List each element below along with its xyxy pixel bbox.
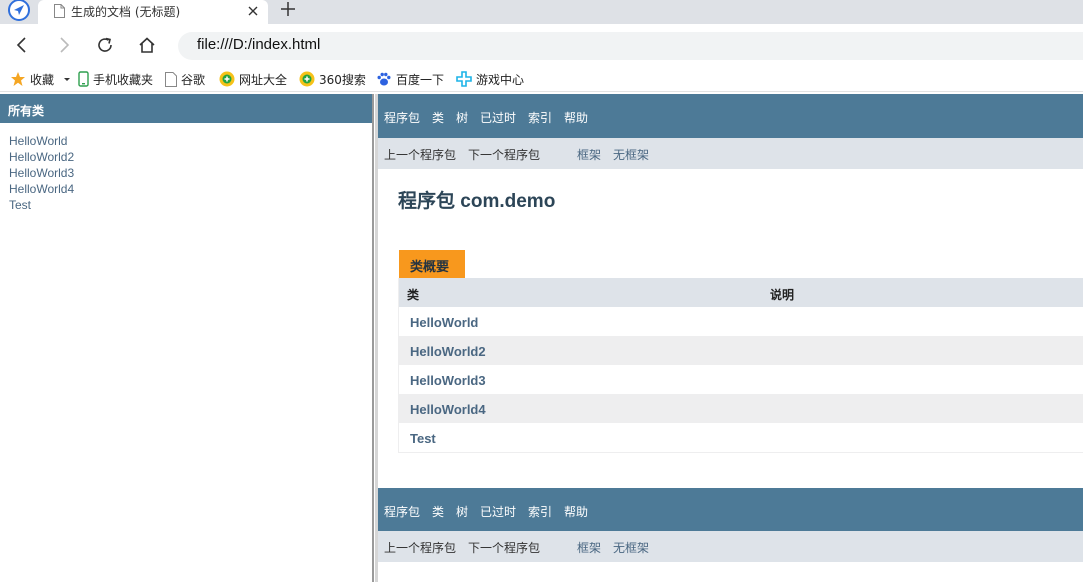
star-icon [11,72,25,86]
column-header-class: 类 [407,288,420,302]
no-frames-link[interactable]: 无框架 [613,539,649,556]
prev-package[interactable]: 上一个程序包 [384,146,456,163]
360-logo-icon [219,71,235,87]
back-icon[interactable] [13,36,31,54]
document-icon [54,4,65,18]
paw-icon [377,72,391,86]
class-summary-table: 类 说明 HelloWorld HelloWorld2 HelloWorld3 … [398,278,1083,453]
table-row: HelloWorld4 [399,394,1083,423]
tab-title: 生成的文档 (无标题) [71,5,181,19]
table-row: HelloWorld [399,307,1083,336]
nav-deprecated[interactable]: 已过时 [480,503,516,520]
phone-icon [78,71,89,87]
class-summary-caption: 类概要 [399,250,465,278]
bookmarks-bar: 收藏 手机收藏夹 谷歌 网址大全 360搜索 百度一下 游戏中心 [0,66,1083,92]
table-header: 类 说明 [399,278,1083,307]
nav-class[interactable]: 类 [432,503,444,520]
nav-deprecated[interactable]: 已过时 [480,109,516,126]
browser-toolbar: file:///D:/index.html [0,24,1083,66]
next-package[interactable]: 下一个程序包 [468,146,540,163]
page-title: 程序包 com.demo [398,191,556,212]
table-row: Test [399,423,1083,452]
nav-index[interactable]: 索引 [528,109,552,126]
class-link-test[interactable]: Test [410,431,436,446]
bookmark-google[interactable]: 谷歌 [165,70,205,88]
bottom-navbar: 程序包 类 树 已过时 索引 帮助 [378,488,1083,531]
class-link-helloworld3[interactable]: HelloWorld3 [410,373,486,388]
bookmark-label: 网址大全 [239,72,288,87]
bookmark-favorites[interactable]: 收藏 [10,70,76,88]
nav-package[interactable]: 程序包 [384,503,420,520]
nav-package[interactable]: 程序包 [384,109,420,126]
bookmark-label: 谷歌 [181,72,206,87]
bookmark-label: 360搜索 [319,72,366,87]
frames-link[interactable]: 框架 [577,539,601,556]
bottom-subnav: 上一个程序包 下一个程序包 框架 无框架 [378,531,1083,562]
class-list: HelloWorld HelloWorld2 HelloWorld3 Hello… [0,123,372,213]
frame-splitter-edge [372,94,374,582]
bookmark-label: 百度一下 [396,72,445,87]
all-classes-frame: 所有类 HelloWorld HelloWorld2 HelloWorld3 H… [0,94,372,582]
bookmark-360-search[interactable]: 360搜索 [299,70,366,88]
class-link-helloworld2[interactable]: HelloWorld2 [9,149,372,165]
class-link-helloworld2[interactable]: HelloWorld2 [410,344,486,359]
all-classes-header: 所有类 [0,94,372,123]
table-row: HelloWorld2 [399,336,1083,365]
close-icon[interactable] [247,5,259,17]
forward-icon[interactable] [55,36,73,54]
gamepad-icon [456,71,472,87]
prev-package[interactable]: 上一个程序包 [384,539,456,556]
nav-tree[interactable]: 树 [456,503,468,520]
url-text: file:///D:/index.html [197,36,321,53]
top-navbar: 程序包 类 树 已过时 索引 帮助 [378,94,1083,138]
bookmark-mobile[interactable]: 手机收藏夹 [78,70,153,88]
chevron-down-icon[interactable] [62,74,72,84]
bookmark-label: 游戏中心 [476,72,525,87]
class-link-helloworld4[interactable]: HelloWorld4 [410,402,486,417]
active-tab[interactable]: 生成的文档 (无标题) [38,0,268,24]
class-link-helloworld[interactable]: HelloWorld [410,315,478,330]
class-link-helloworld3[interactable]: HelloWorld3 [9,165,372,181]
nav-help[interactable]: 帮助 [564,109,588,126]
bookmark-hao360[interactable]: 网址大全 [219,70,287,88]
nav-help[interactable]: 帮助 [564,503,588,520]
bookmark-label: 收藏 [30,72,55,87]
class-link-helloworld4[interactable]: HelloWorld4 [9,181,372,197]
bookmark-baidu[interactable]: 百度一下 [376,70,444,88]
package-summary-frame: 程序包 类 树 已过时 索引 帮助 上一个程序包 下一个程序包 框架 无框架 程… [378,94,1083,582]
column-header-description: 说明 [770,288,795,302]
table-row: HelloWorld3 [399,365,1083,394]
nav-class[interactable]: 类 [432,109,444,126]
frames-link[interactable]: 框架 [577,146,601,163]
address-bar[interactable]: file:///D:/index.html [178,32,1083,60]
class-link-test[interactable]: Test [9,197,372,213]
tab-strip: 生成的文档 (无标题) [0,0,1083,24]
home-icon[interactable] [138,36,156,54]
bookmark-label: 手机收藏夹 [93,72,154,87]
new-tab-icon[interactable] [280,1,296,17]
no-frames-link[interactable]: 无框架 [613,146,649,163]
class-link-helloworld[interactable]: HelloWorld [9,133,372,149]
browser-logo-icon [8,0,30,21]
reload-icon[interactable] [96,36,114,54]
next-package[interactable]: 下一个程序包 [468,539,540,556]
bookmark-game-center[interactable]: 游戏中心 [456,70,524,88]
nav-tree[interactable]: 树 [456,109,468,126]
360-logo-icon [299,71,315,87]
nav-index[interactable]: 索引 [528,503,552,520]
document-icon [165,71,177,87]
top-subnav: 上一个程序包 下一个程序包 框架 无框架 [378,138,1083,169]
